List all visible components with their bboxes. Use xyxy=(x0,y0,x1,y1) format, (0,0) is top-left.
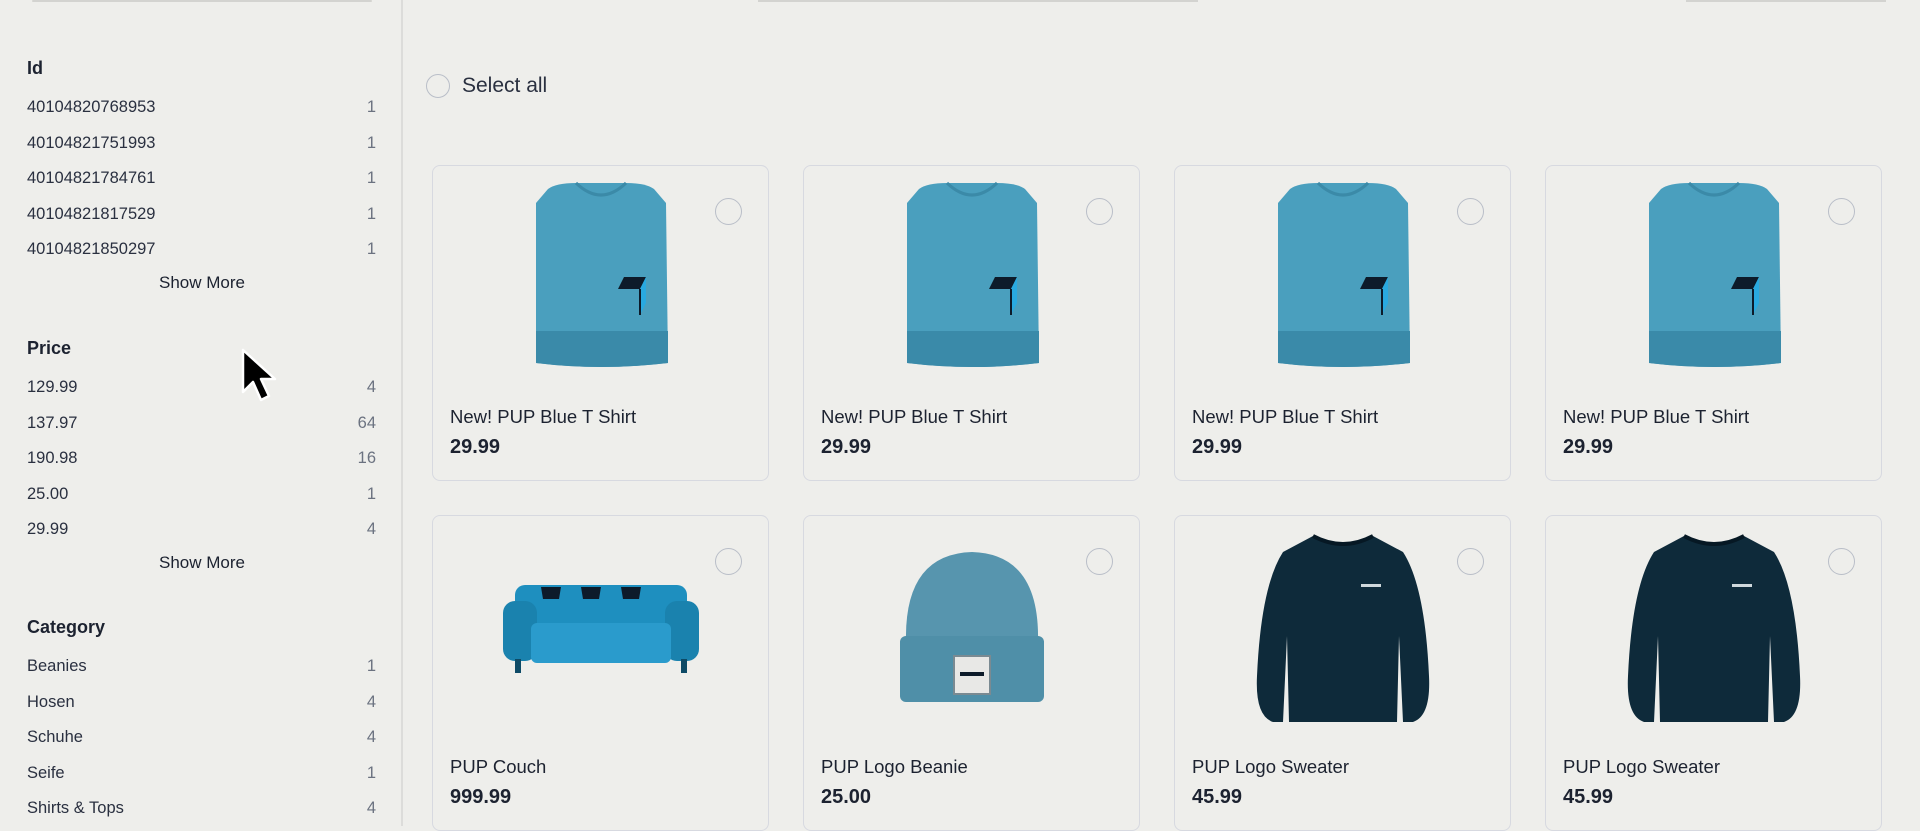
product-price: 45.99 xyxy=(1192,786,1243,808)
show-more-button[interactable]: Show More xyxy=(27,268,377,298)
facet-price: Price 129.99 4 137.97 64 190.98 16 25.00 1 2… xyxy=(27,336,377,578)
facet-option[interactable]: 40104821751993 1 xyxy=(27,126,377,162)
select-all-radio[interactable] xyxy=(426,74,450,98)
facet-title: Price xyxy=(27,338,72,358)
facet-option-label: Shirts & Tops xyxy=(27,799,124,818)
facet-option-label: Hosen xyxy=(27,692,75,711)
beanie-image xyxy=(804,536,1139,716)
product-price: 29.99 xyxy=(1563,436,1614,458)
facet-option-count: 4 xyxy=(366,799,376,818)
facet-option[interactable]: Seife 1 xyxy=(27,756,377,792)
facet-option-label: 40104821850297 xyxy=(27,240,156,259)
facet-title: Id xyxy=(27,58,43,78)
product-title: New! PUP Blue T Shirt xyxy=(450,406,637,427)
facet-option-count: 16 xyxy=(357,449,376,468)
facet-option-count: 4 xyxy=(366,692,376,711)
product-card[interactable]: New! PUP Blue T Shirt 29.99 xyxy=(1174,165,1511,481)
facet-option-label: 40104821784761 xyxy=(27,169,156,188)
facet-option-label: 40104821751993 xyxy=(27,133,156,152)
product-price: 29.99 xyxy=(450,436,501,458)
sweater-image xyxy=(1546,534,1881,722)
facet-option-count: 4 xyxy=(366,728,376,747)
product-card[interactable]: PUP Logo Sweater 45.99 xyxy=(1174,515,1511,831)
facet-option-count: 1 xyxy=(366,169,376,188)
facet-option[interactable]: 40104821817529 1 xyxy=(27,197,377,233)
facet-option[interactable]: Beanies 1 xyxy=(27,649,377,685)
divider xyxy=(1686,0,1886,2)
facet-option-count: 1 xyxy=(366,204,376,223)
product-price: 29.99 xyxy=(821,436,872,458)
facet-option-label: 129.99 xyxy=(27,378,78,397)
facet-option[interactable]: 29.99 4 xyxy=(27,512,377,548)
product-title: PUP Logo Sweater xyxy=(1192,756,1350,777)
facet-option-label: 137.97 xyxy=(27,413,78,432)
facet-option[interactable]: 25.00 1 xyxy=(27,477,377,513)
facet-option[interactable]: 40104820768953 1 xyxy=(27,90,377,126)
select-all-label: Select all xyxy=(462,74,548,97)
product-title: New! PUP Blue T Shirt xyxy=(1192,406,1379,427)
product-results: Select all New! PUP Blue T Shirt 29.99 N… xyxy=(404,0,1920,831)
facet-id: Id 40104820768953 1 40104821751993 1 40104… xyxy=(27,56,377,298)
facet-option-count: 1 xyxy=(366,657,376,676)
product-title: PUP Couch xyxy=(450,756,547,777)
product-card[interactable]: New! PUP Blue T Shirt 29.99 xyxy=(432,165,769,481)
facet-option[interactable]: 40104821850297 1 xyxy=(27,232,377,268)
tshirt-image xyxy=(804,181,1139,367)
facet-option-label: Seife xyxy=(27,763,65,782)
facet-option[interactable]: 129.99 4 xyxy=(27,370,377,406)
product-price: 999.99 xyxy=(450,786,512,808)
tshirt-image xyxy=(1546,181,1881,367)
select-all-checkbox[interactable]: Select all xyxy=(426,74,547,98)
product-title: New! PUP Blue T Shirt xyxy=(821,406,1008,427)
facet-option-label: 40104820768953 xyxy=(27,98,156,117)
product-title: PUP Logo Sweater xyxy=(1563,756,1721,777)
tshirt-image xyxy=(433,181,768,367)
facet-option[interactable]: 137.97 64 xyxy=(27,406,377,442)
product-price: 45.99 xyxy=(1563,786,1614,808)
facet-option-count: 1 xyxy=(366,763,376,782)
filter-sidebar: Id 40104820768953 1 40104821751993 1 40104… xyxy=(0,0,403,826)
facet-option[interactable]: 190.98 16 xyxy=(27,441,377,477)
product-price: 29.99 xyxy=(1192,436,1243,458)
facet-option-label: Schuhe xyxy=(27,728,83,747)
facet-category: Category Beanies 1 Hosen 4 Schuhe 4 Seife 1 … xyxy=(27,615,377,826)
facet-option[interactable]: Hosen 4 xyxy=(27,685,377,721)
product-card[interactable]: PUP Logo Sweater 45.99 xyxy=(1545,515,1882,831)
divider xyxy=(32,0,372,2)
facet-option-count: 1 xyxy=(366,98,376,117)
facet-option-label: 25.00 xyxy=(27,484,69,503)
show-more-button[interactable]: Show More xyxy=(27,548,377,578)
facet-option-label: 29.99 xyxy=(27,520,69,539)
product-card[interactable]: New! PUP Blue T Shirt 29.99 xyxy=(803,165,1140,481)
facet-option-count: 4 xyxy=(366,378,376,397)
facet-title: Category xyxy=(27,617,106,637)
facet-option-count: 1 xyxy=(366,133,376,152)
product-price: 25.00 xyxy=(821,786,872,808)
facet-option-count: 1 xyxy=(366,484,376,503)
product-title: PUP Logo Beanie xyxy=(821,756,968,777)
product-card[interactable]: PUP Logo Beanie 25.00 xyxy=(803,515,1140,831)
product-card[interactable]: New! PUP Blue T Shirt 29.99 xyxy=(1545,165,1882,481)
tshirt-image xyxy=(1175,181,1510,367)
facet-option[interactable]: Schuhe 4 xyxy=(27,720,377,756)
divider xyxy=(758,0,1198,2)
facet-option[interactable]: Shirts & Tops 4 xyxy=(27,791,377,826)
couch-image xyxy=(433,536,768,716)
facet-option-label: Beanies xyxy=(27,657,87,676)
facet-option-label: 40104821817529 xyxy=(27,204,156,223)
facet-option-count: 4 xyxy=(366,520,376,539)
sweater-image xyxy=(1175,534,1510,722)
mouse-cursor-icon xyxy=(241,348,277,402)
facet-option-count: 64 xyxy=(357,413,376,432)
product-title: New! PUP Blue T Shirt xyxy=(1563,406,1750,427)
facet-option[interactable]: 40104821784761 1 xyxy=(27,161,377,197)
facet-option-label: 190.98 xyxy=(27,449,78,468)
facet-option-count: 1 xyxy=(366,240,376,259)
product-card[interactable]: PUP Couch 999.99 xyxy=(432,515,769,831)
